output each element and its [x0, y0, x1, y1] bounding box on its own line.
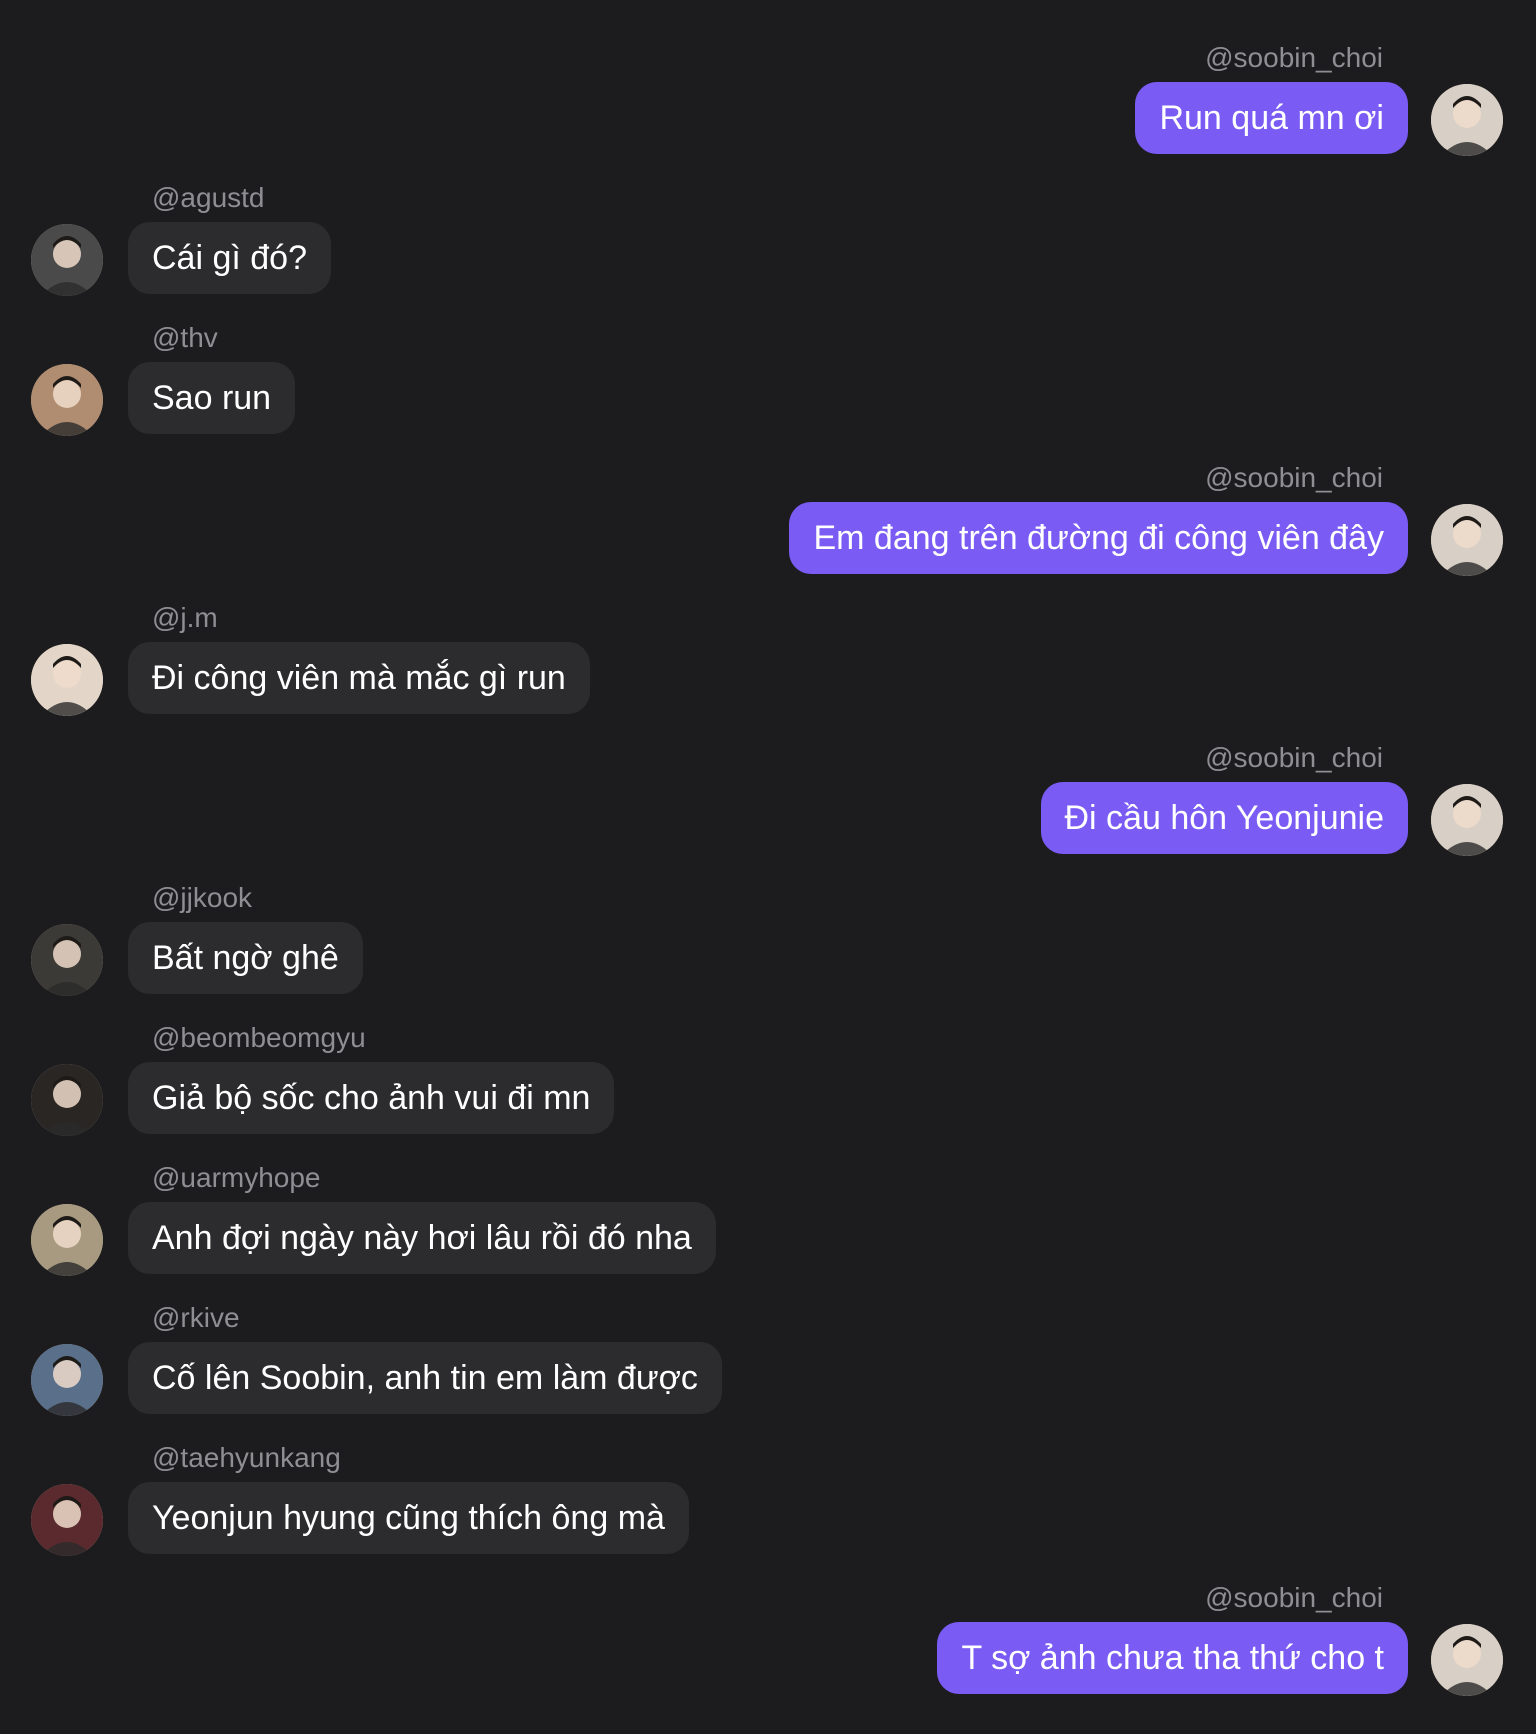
- username[interactable]: @beombeomgyu: [152, 1022, 366, 1054]
- username[interactable]: @soobin_choi: [1205, 42, 1383, 74]
- username[interactable]: @j.m: [152, 602, 218, 634]
- username[interactable]: @agustd: [152, 182, 265, 214]
- message-bubble[interactable]: Em đang trên đường đi công viên đây: [789, 502, 1408, 574]
- incoming-message: @thv Sao run: [0, 322, 1536, 436]
- username[interactable]: @thv: [152, 322, 218, 354]
- message-bubble[interactable]: Cố lên Soobin, anh tin em làm được: [128, 1342, 722, 1414]
- outgoing-message: @soobin_choi T sợ ảnh chưa tha thứ cho t: [0, 1582, 1536, 1696]
- agustd-avatar[interactable]: [31, 224, 103, 296]
- outgoing-message: @soobin_choi Run quá mn ơi: [0, 42, 1536, 156]
- uarmyhope-avatar[interactable]: [31, 1204, 103, 1276]
- jm-avatar[interactable]: [31, 644, 103, 716]
- message-bubble[interactable]: Đi công viên mà mắc gì run: [128, 642, 590, 714]
- message-bubble[interactable]: Yeonjun hyung cũng thích ông mà: [128, 1482, 689, 1554]
- soobin-avatar[interactable]: [1431, 1624, 1503, 1696]
- username[interactable]: @soobin_choi: [1205, 1582, 1383, 1614]
- incoming-message: @beombeomgyu Giả bộ sốc cho ảnh vui đi mn: [0, 1022, 1536, 1136]
- username[interactable]: @taehyunkang: [152, 1442, 341, 1474]
- username[interactable]: @uarmyhope: [152, 1162, 321, 1194]
- message-bubble[interactable]: T sợ ảnh chưa tha thứ cho t: [937, 1622, 1408, 1694]
- username[interactable]: @soobin_choi: [1205, 462, 1383, 494]
- message-bubble[interactable]: Cái gì đó?: [128, 222, 331, 294]
- chat-thread: @soobin_choi Run quá mn ơi @agustd Cái gì đ…: [0, 0, 1536, 1734]
- message-bubble[interactable]: Anh đợi ngày này hơi lâu rồi đó nha: [128, 1202, 716, 1274]
- taehyun-avatar[interactable]: [31, 1484, 103, 1556]
- beomgyu-avatar[interactable]: [31, 1064, 103, 1136]
- incoming-message: @j.m Đi công viên mà mắc gì run: [0, 602, 1536, 716]
- outgoing-message: @soobin_choi Em đang trên đường đi công v…: [0, 462, 1536, 576]
- incoming-message: @rkive Cố lên Soobin, anh tin em làm được: [0, 1302, 1536, 1416]
- message-bubble[interactable]: Run quá mn ơi: [1135, 82, 1408, 154]
- username[interactable]: @jjkook: [152, 882, 252, 914]
- username[interactable]: @soobin_choi: [1205, 742, 1383, 774]
- message-bubble[interactable]: Giả bộ sốc cho ảnh vui đi mn: [128, 1062, 615, 1134]
- jjkook-avatar[interactable]: [31, 924, 103, 996]
- message-bubble[interactable]: Đi cầu hôn Yeonjunie: [1040, 782, 1408, 854]
- incoming-message: @jjkook Bất ngờ ghê: [0, 882, 1536, 996]
- incoming-message: @uarmyhope Anh đợi ngày này hơi lâu rồi đ…: [0, 1162, 1536, 1276]
- soobin-avatar[interactable]: [1431, 504, 1503, 576]
- thv-avatar[interactable]: [31, 364, 103, 436]
- soobin-avatar[interactable]: [1431, 784, 1503, 856]
- message-bubble[interactable]: Bất ngờ ghê: [128, 922, 363, 994]
- username[interactable]: @rkive: [152, 1302, 240, 1334]
- outgoing-message: @soobin_choi Đi cầu hôn Yeonjunie: [0, 742, 1536, 856]
- rkive-avatar[interactable]: [31, 1344, 103, 1416]
- message-bubble[interactable]: Sao run: [128, 362, 296, 434]
- soobin-avatar[interactable]: [1431, 84, 1503, 156]
- incoming-message: @taehyunkang Yeonjun hyung cũng thích ông…: [0, 1442, 1536, 1556]
- incoming-message: @agustd Cái gì đó?: [0, 182, 1536, 296]
